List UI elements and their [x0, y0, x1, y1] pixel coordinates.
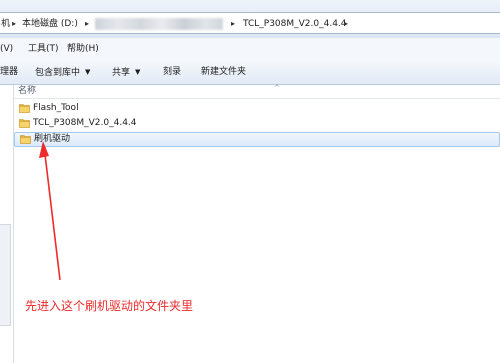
- navigation-pane[interactable]: [0, 85, 14, 363]
- open-manager-label: 理器: [0, 67, 19, 77]
- navigation-scrollbar-thumb[interactable]: [0, 224, 11, 326]
- include-in-library-label: 包含到库中: [35, 68, 81, 78]
- burn-button[interactable]: 刻录: [163, 65, 181, 79]
- share-label: 共享: [112, 68, 131, 78]
- list-item-flash-driver[interactable]: 刷机驱动: [14, 132, 500, 147]
- breadcrumb-separator-icon[interactable]: ▸: [344, 17, 348, 31]
- menu-tools[interactable]: 工具(T): [28, 42, 59, 56]
- chevron-down-icon: ▼: [135, 68, 141, 76]
- sort-ascending-icon: ^: [274, 84, 280, 92]
- chevron-down-icon: ▼: [85, 68, 91, 76]
- burn-label: 刻录: [163, 67, 182, 77]
- list-item-flash-tool[interactable]: Flash_Tool: [14, 101, 500, 116]
- address-bar: 机 ▸ 本地磁盘 (D:) ▸ ▸ TCL_P308M_V2.0_4.4.4 ▸: [0, 0, 500, 38]
- new-folder-label: 新建文件夹: [201, 67, 247, 77]
- folder-icon: [19, 104, 30, 113]
- list-item-label: TCL_P308M_V2.0_4.4.4: [33, 118, 137, 128]
- breadcrumb-separator-icon[interactable]: ▸: [231, 17, 235, 31]
- breadcrumb[interactable]: 机 ▸ 本地磁盘 (D:) ▸ ▸ TCL_P308M_V2.0_4.4.4 ▸: [0, 12, 500, 34]
- menu-bar: (V) 工具(T) 帮助(H): [0, 38, 500, 60]
- column-header-name[interactable]: 名称 ^: [14, 84, 500, 99]
- menu-view[interactable]: (V): [0, 42, 13, 56]
- include-in-library-button[interactable]: 包含到库中 ▼: [35, 65, 90, 79]
- new-folder-button[interactable]: 新建文件夹: [201, 65, 246, 79]
- blurred-breadcrumb: [95, 18, 223, 30]
- list-item-label: 刷机驱动: [34, 134, 71, 144]
- menu-help[interactable]: 帮助(H): [67, 42, 99, 56]
- breadcrumb-local-disk-d[interactable]: 本地磁盘 (D:): [22, 17, 78, 31]
- breadcrumb-current-folder[interactable]: TCL_P308M_V2.0_4.4.4: [243, 17, 347, 31]
- breadcrumb-separator-icon[interactable]: ▸: [12, 17, 16, 31]
- annotation-text: 先进入这个刷机驱动的文件夹里: [25, 299, 194, 313]
- open-manager-button[interactable]: 理器: [0, 65, 18, 79]
- command-bar: 理器 包含到库中 ▼ 共享 ▼ 刻录 新建文件夹: [0, 59, 500, 85]
- folder-icon: [19, 119, 30, 128]
- list-item-label: Flash_Tool: [33, 103, 79, 113]
- breadcrumb-separator-icon[interactable]: ▸: [85, 17, 89, 31]
- folder-icon: [20, 135, 31, 144]
- breadcrumb-computer[interactable]: 机: [1, 17, 10, 31]
- column-name-label: 名称: [18, 86, 37, 96]
- share-button[interactable]: 共享 ▼: [112, 65, 140, 79]
- list-item-tcl-firmware[interactable]: TCL_P308M_V2.0_4.4.4: [14, 116, 500, 131]
